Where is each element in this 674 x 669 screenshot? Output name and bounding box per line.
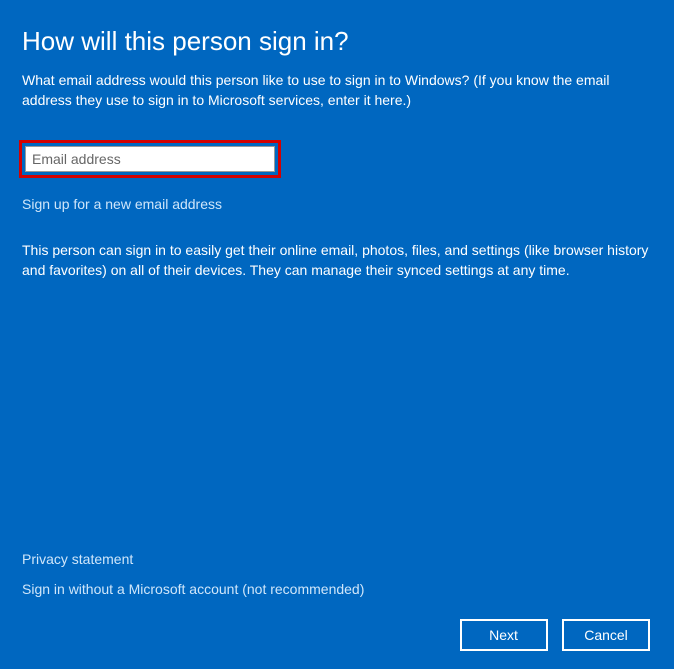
signup-link[interactable]: Sign up for a new email address xyxy=(22,196,222,212)
privacy-link[interactable]: Privacy statement xyxy=(22,551,650,567)
no-microsoft-account-link[interactable]: Sign in without a Microsoft account (not… xyxy=(22,581,650,597)
email-field[interactable] xyxy=(25,146,275,172)
page-title: How will this person sign in? xyxy=(22,26,650,57)
footer: Privacy statement Sign in without a Micr… xyxy=(22,551,650,651)
email-input-highlight xyxy=(19,140,281,178)
footer-links: Privacy statement Sign in without a Micr… xyxy=(22,551,650,597)
cancel-button[interactable]: Cancel xyxy=(562,619,650,651)
description-text: This person can sign in to easily get th… xyxy=(22,240,650,281)
next-button[interactable]: Next xyxy=(460,619,548,651)
button-row: Next Cancel xyxy=(22,619,650,651)
subtitle-text: What email address would this person lik… xyxy=(22,71,650,110)
